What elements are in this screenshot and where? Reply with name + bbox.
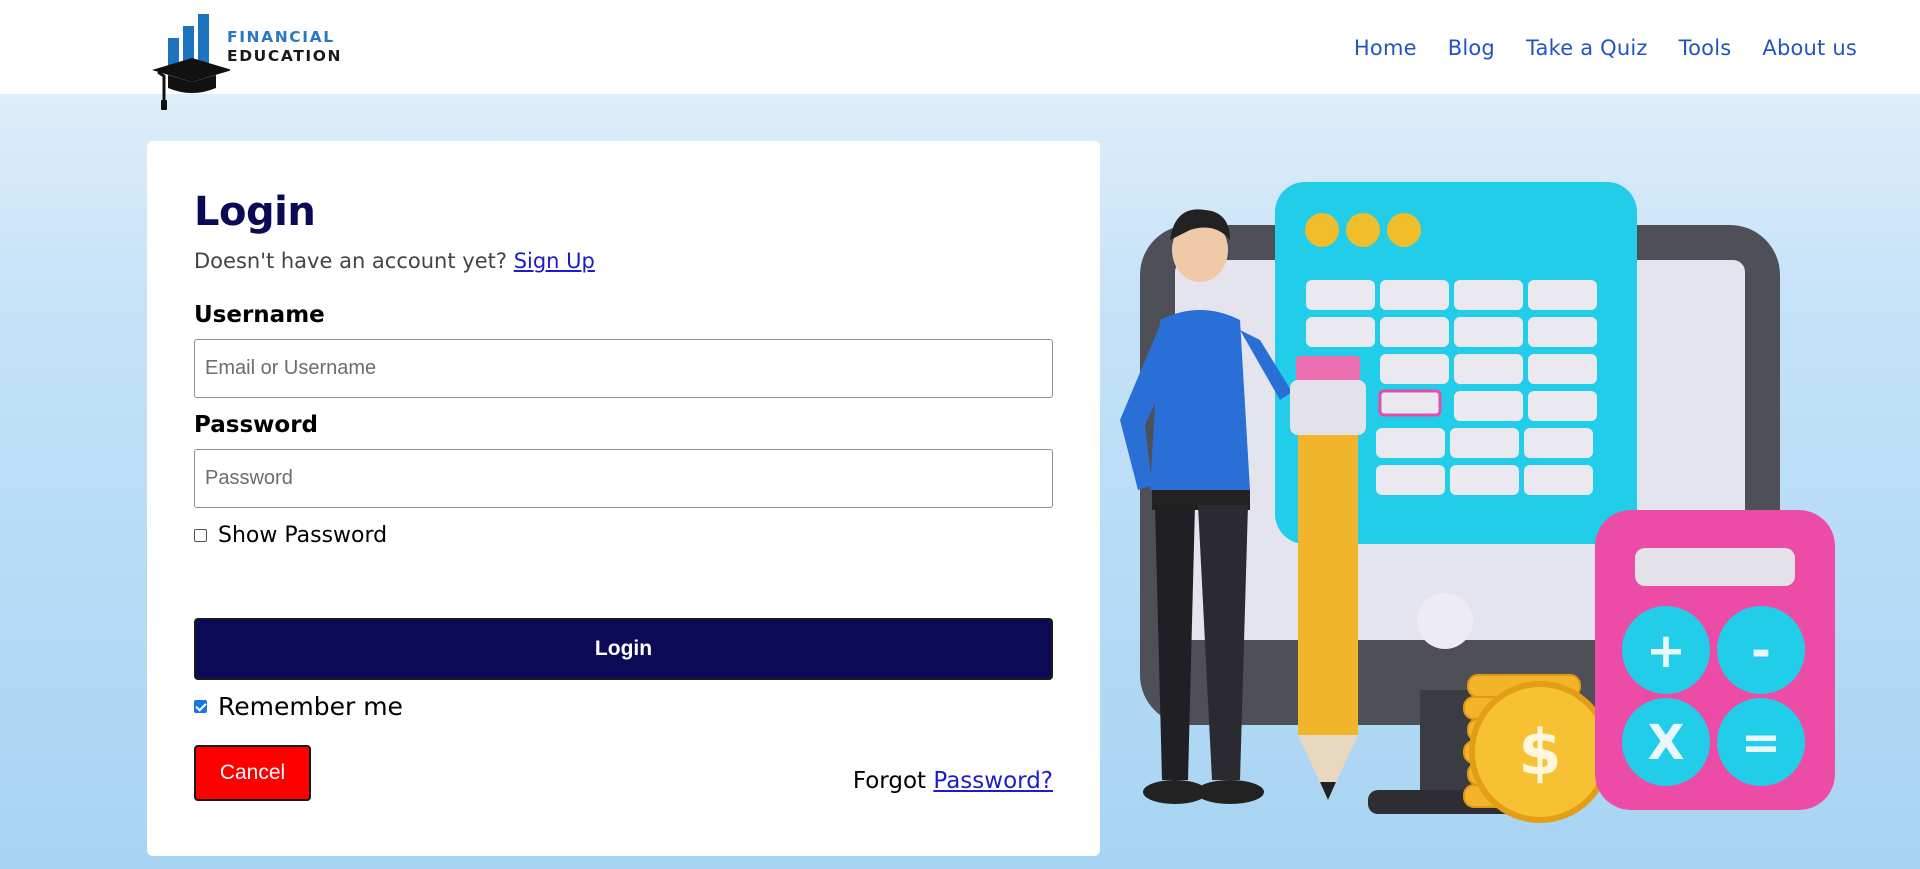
show-password-checkbox[interactable] bbox=[194, 529, 207, 542]
site-header: FINANCIAL EDUCATION Home Blog Take a Qui… bbox=[0, 0, 1920, 110]
calc-key-plus: + bbox=[1646, 623, 1686, 679]
nav-about-us[interactable]: About us bbox=[1762, 36, 1857, 60]
nav-take-a-quiz[interactable]: Take a Quiz bbox=[1526, 36, 1648, 60]
finance-illustration: $ + - X = bbox=[1100, 160, 1860, 840]
calc-key-equals: = bbox=[1741, 715, 1781, 771]
nav-blog[interactable]: Blog bbox=[1448, 36, 1495, 60]
login-button[interactable]: Login bbox=[194, 618, 1053, 680]
password-input[interactable] bbox=[194, 449, 1053, 508]
password-label: Password bbox=[194, 412, 318, 438]
illustration-art: $ + - X = bbox=[1120, 182, 1835, 823]
signup-prompt-line: Doesn't have an account yet? Sign Up bbox=[194, 249, 595, 273]
calc-key-multiply: X bbox=[1647, 715, 1684, 771]
forgot-password-link[interactable]: Password? bbox=[933, 768, 1053, 794]
show-password-row[interactable]: Show Password bbox=[194, 523, 387, 548]
show-password-label: Show Password bbox=[218, 523, 388, 548]
remember-me-label: Remember me bbox=[218, 692, 403, 721]
graduation-cap-bar-chart-icon bbox=[152, 14, 232, 110]
signup-prompt: Doesn't have an account yet? bbox=[194, 249, 507, 273]
brand-wordmark: FINANCIAL EDUCATION bbox=[227, 28, 342, 66]
remember-me-row[interactable]: Remember me bbox=[194, 692, 403, 721]
forgot-prefix: Forgot bbox=[852, 768, 927, 794]
page-title: Login bbox=[194, 189, 316, 235]
username-input[interactable] bbox=[194, 339, 1053, 398]
nav-home[interactable]: Home bbox=[1354, 36, 1417, 60]
calculator-icon: + - X = bbox=[1595, 510, 1835, 810]
brand-line2: EDUCATION bbox=[227, 47, 343, 65]
nav-tools[interactable]: Tools bbox=[1679, 36, 1732, 60]
brand-line1: FINANCIAL bbox=[227, 28, 335, 46]
brand-logo[interactable]: FINANCIAL EDUCATION bbox=[150, 12, 360, 110]
main-nav: Home Blog Take a Quiz Tools About us bbox=[1354, 36, 1857, 60]
pencil-icon bbox=[1290, 356, 1366, 800]
signup-link[interactable]: Sign Up bbox=[514, 249, 595, 273]
calc-key-minus: - bbox=[1751, 623, 1771, 679]
username-label: Username bbox=[194, 302, 325, 328]
cancel-button[interactable]: Cancel bbox=[194, 745, 311, 801]
remember-me-checkbox[interactable] bbox=[194, 700, 207, 713]
coin-dollar-symbol: $ bbox=[1518, 716, 1561, 789]
forgot-password-line: Forgot Password? bbox=[853, 768, 1053, 794]
login-card: Login Doesn't have an account yet? Sign … bbox=[147, 141, 1100, 856]
